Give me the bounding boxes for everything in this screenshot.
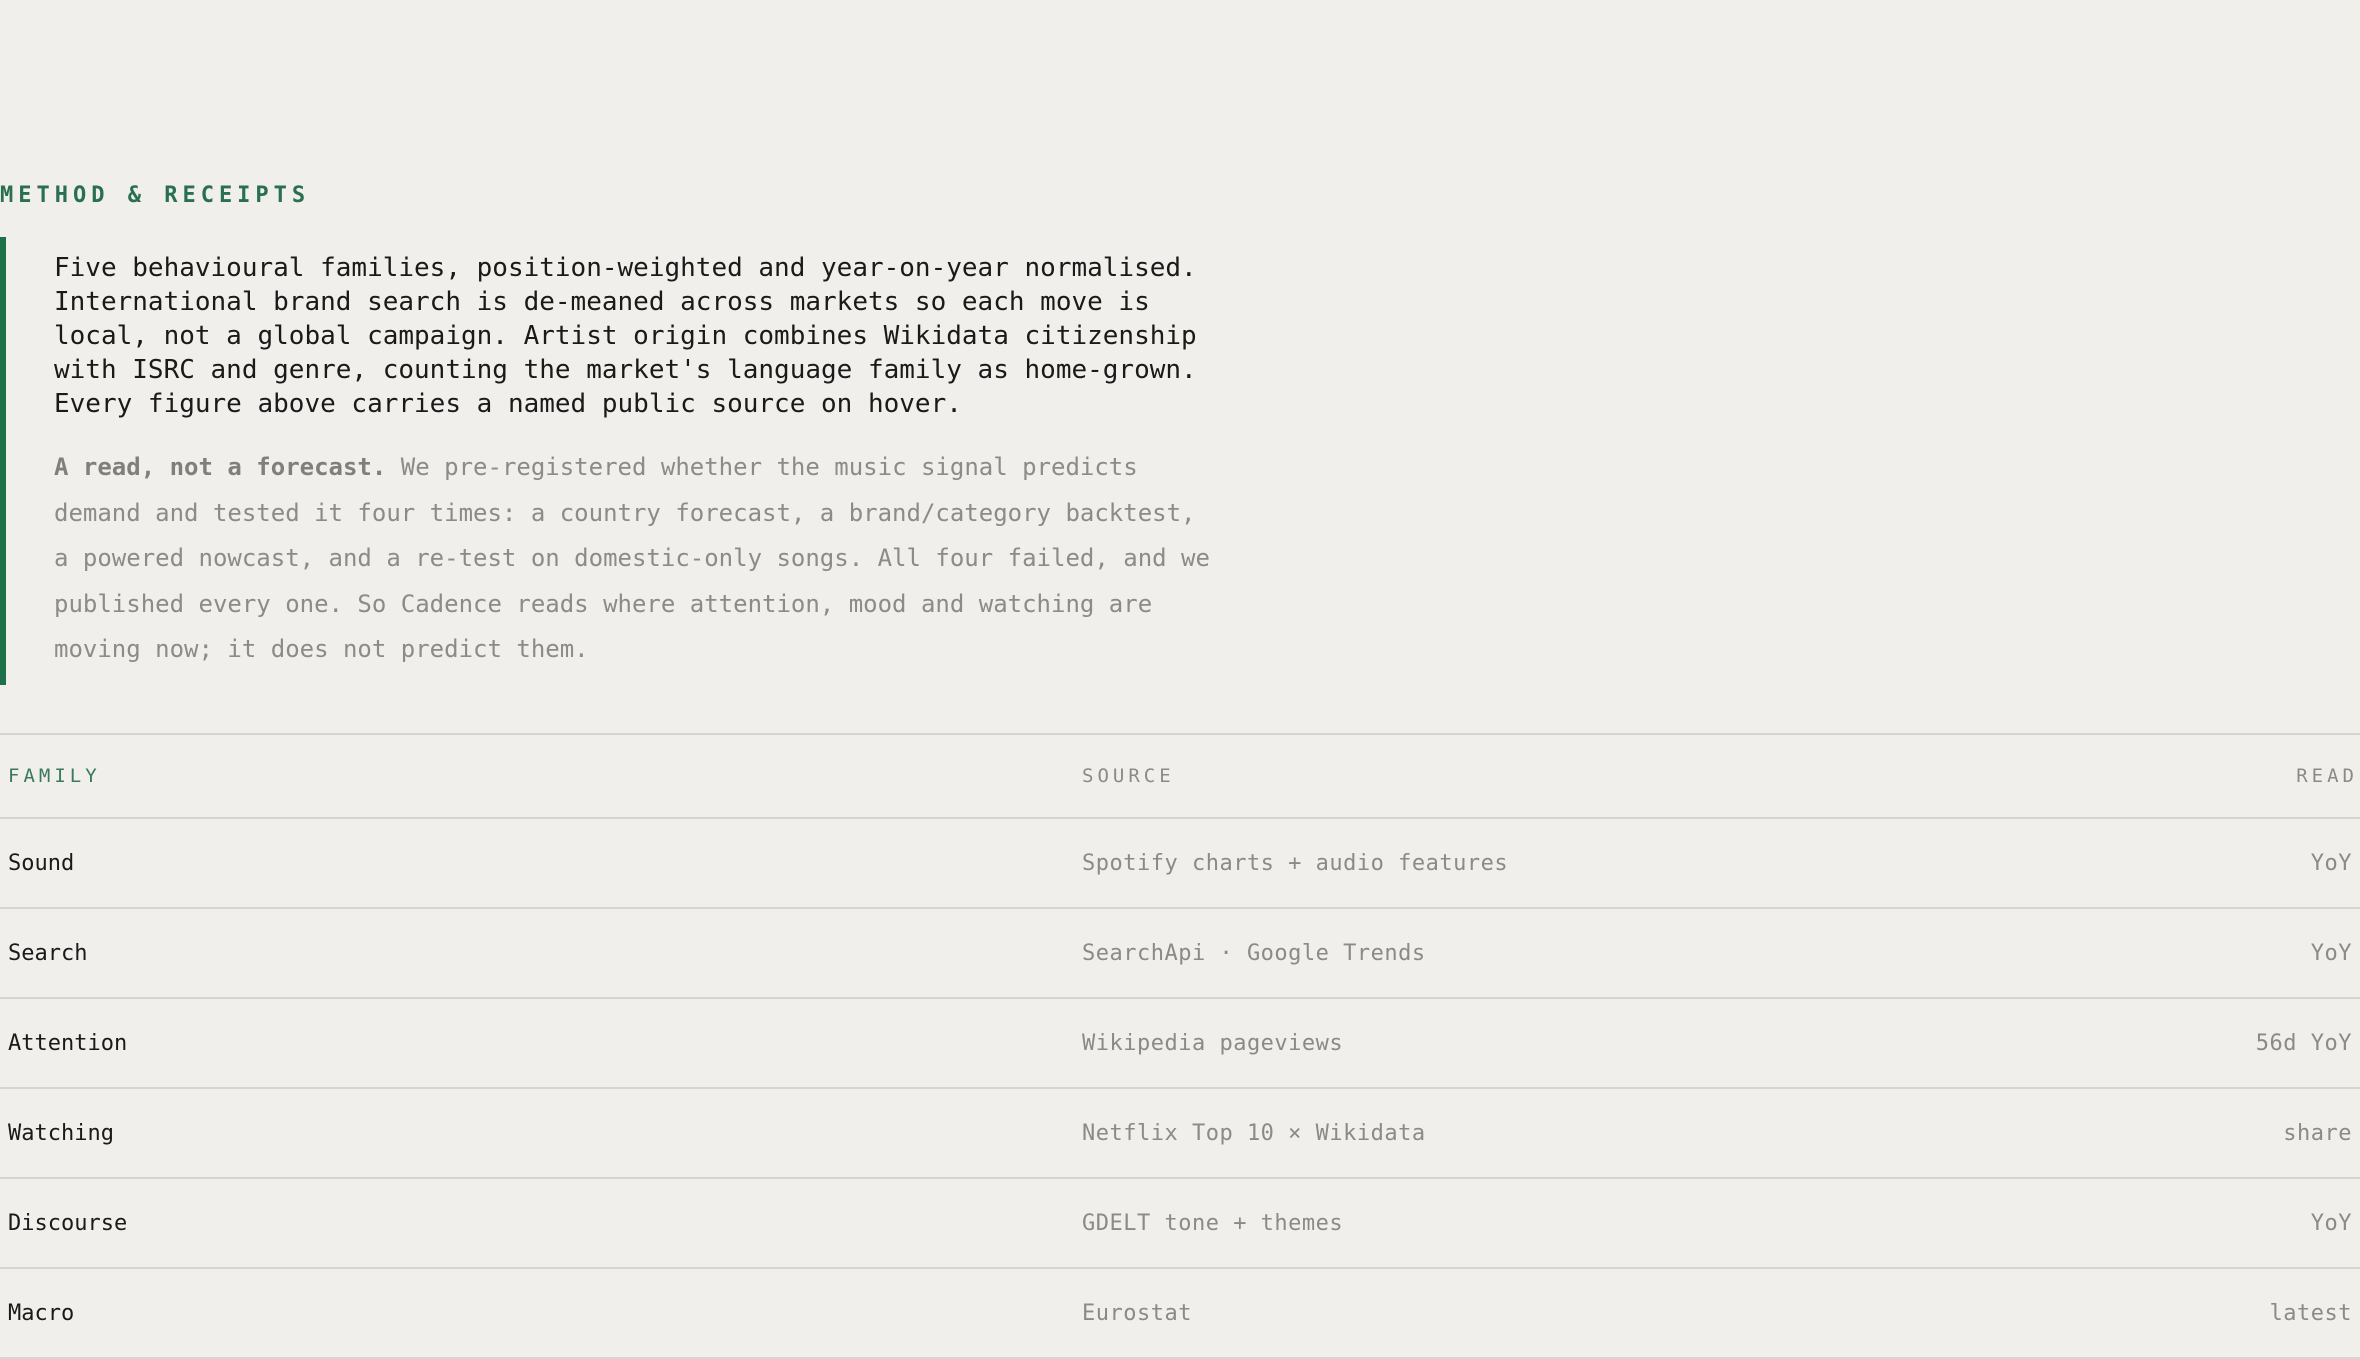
table-row[interactable]: Discourse GDELT tone + themes YoY <box>0 1179 2360 1269</box>
method-callout: Five behavioural families, position-weig… <box>0 237 1300 685</box>
source-cell[interactable]: GDELT tone + themes <box>1082 1179 1343 1267</box>
table-row[interactable]: Attention Wikipedia pageviews 56d YoY <box>0 999 2360 1089</box>
source-cell[interactable]: Eurostat <box>1082 1269 1192 1357</box>
read-cell: YoY <box>2310 940 2352 966</box>
disclaimer-body: We pre-registered whether the music sign… <box>54 453 1210 663</box>
read-cell: YoY <box>2310 850 2352 876</box>
disclaimer-heading: A read, not a forecast. <box>54 453 387 481</box>
family-cell: Macro <box>8 1300 75 1326</box>
table-row[interactable]: Search SearchApi · Google Trends YoY <box>0 909 2360 999</box>
column-header-read: READ <box>2296 765 2358 787</box>
section-title: METHOD & RECEIPTS <box>0 183 311 208</box>
table-row[interactable]: Sound Spotify charts + audio features Yo… <box>0 819 2360 909</box>
table-header-row: FAMILY SOURCE READ <box>0 735 2360 819</box>
family-cell: Search <box>8 940 88 966</box>
read-cell: 56d YoY <box>2255 1030 2352 1056</box>
method-lead-paragraph: Five behavioural families, position-weig… <box>54 253 1197 419</box>
source-cell[interactable]: Wikipedia pageviews <box>1082 999 1343 1087</box>
read-cell: latest <box>2269 1300 2352 1326</box>
sources-table: FAMILY SOURCE READ Sound Spotify charts … <box>0 733 2360 1359</box>
source-cell[interactable]: Netflix Top 10 × Wikidata <box>1082 1089 1426 1177</box>
family-cell: Attention <box>8 1030 128 1056</box>
table-row[interactable]: Watching Netflix Top 10 × Wikidata share <box>0 1089 2360 1179</box>
read-cell: YoY <box>2310 1210 2352 1236</box>
family-cell: Watching <box>8 1120 114 1146</box>
source-cell[interactable]: SearchApi · Google Trends <box>1082 909 1426 997</box>
family-cell: Sound <box>8 850 75 876</box>
family-cell: Discourse <box>8 1210 128 1236</box>
forecast-disclaimer: A read, not a forecast. We pre-registere… <box>54 445 1294 673</box>
table-row[interactable]: Macro Eurostat latest <box>0 1269 2360 1359</box>
column-header-source: SOURCE <box>1082 765 1175 787</box>
source-cell[interactable]: Spotify charts + audio features <box>1082 819 1508 907</box>
read-cell: share <box>2283 1120 2352 1146</box>
column-header-family: FAMILY <box>8 765 101 787</box>
